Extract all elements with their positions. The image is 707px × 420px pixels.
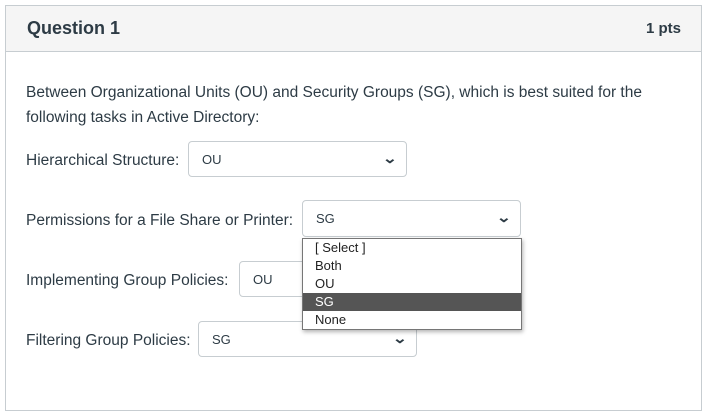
chevron-down-icon: ⌄ bbox=[496, 209, 512, 225]
option-ou[interactable]: OU bbox=[303, 275, 521, 293]
dropdown-list-permissions[interactable]: [ Select ] Both OU SG None bbox=[302, 238, 522, 330]
option-select[interactable]: [ Select ] bbox=[303, 239, 521, 257]
select-hierarchical[interactable]: OU ⌄ bbox=[188, 141, 407, 177]
selected-value: OU bbox=[253, 272, 273, 287]
question-title: Question 1 bbox=[27, 18, 121, 38]
select-permissions[interactable]: SG ⌄ bbox=[302, 200, 521, 237]
selected-value: SG bbox=[316, 211, 335, 226]
option-sg[interactable]: SG bbox=[303, 293, 521, 311]
chevron-down-icon: ⌄ bbox=[382, 150, 398, 166]
option-both[interactable]: Both bbox=[303, 257, 521, 275]
label-hierarchical: Hierarchical Structure: bbox=[26, 152, 180, 169]
label-permissions: Permissions for a File Share or Printer: bbox=[26, 212, 294, 229]
question-points: 1 pts bbox=[645, 20, 681, 37]
question-text: Between Organizational Units (OU) and Se… bbox=[26, 84, 642, 126]
label-implementing: Implementing Group Policies: bbox=[26, 272, 229, 289]
option-none[interactable]: None bbox=[303, 311, 521, 329]
label-filtering: Filtering Group Policies: bbox=[26, 332, 191, 349]
chevron-down-icon: ⌄ bbox=[392, 330, 408, 346]
question-header: Question 1 1 pts bbox=[6, 6, 701, 52]
selected-value: SG bbox=[212, 332, 231, 347]
selected-value: OU bbox=[202, 152, 222, 167]
